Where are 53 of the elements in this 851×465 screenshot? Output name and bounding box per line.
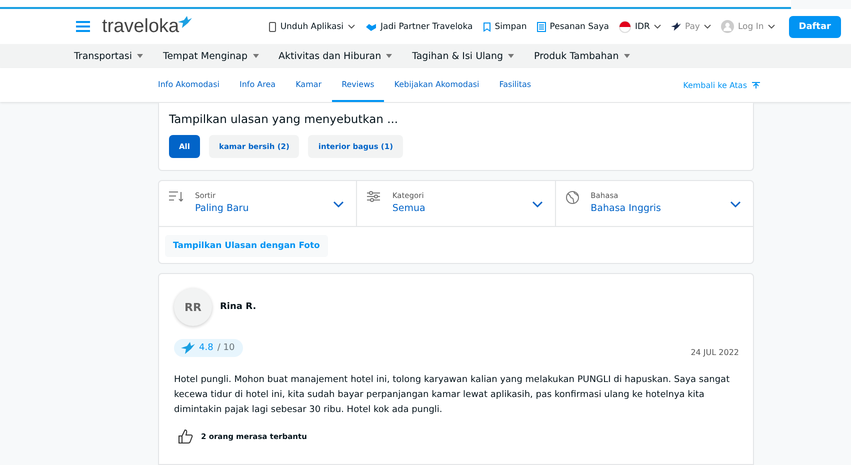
- nav-menu[interactable]: Tempat Menginap: [163, 50, 258, 62]
- menu-icon[interactable]: [76, 21, 90, 32]
- rating-badge: 4.8 / 10: [174, 338, 243, 356]
- header-link[interactable]: Pay: [670, 22, 711, 32]
- chevron-down-icon: [333, 201, 344, 208]
- mentions-title: Tampilkan ulasan yang menyebutkan ...: [169, 112, 400, 126]
- thumbs-up-icon[interactable]: [178, 429, 193, 444]
- flag-icon: [618, 20, 631, 32]
- reviewer-name: Rina R.: [220, 302, 256, 312]
- nav-menu[interactable]: Produk Tambahan: [534, 50, 630, 62]
- filter-value: Bahasa Inggris: [590, 203, 662, 214]
- sliders-icon: [367, 191, 380, 202]
- header-link[interactable]: IDR: [618, 20, 661, 32]
- chevron-down-icon: [532, 201, 543, 208]
- header-link[interactable]: Jadi Partner Traveloka: [364, 22, 473, 32]
- caret-icon: [137, 54, 143, 58]
- header-link[interactable]: Pesanan Saya: [536, 22, 609, 32]
- caret-icon: [704, 24, 711, 29]
- caret-icon: [654, 24, 661, 29]
- section-tab[interactable]: Info Area: [229, 68, 286, 102]
- avatar-icon: [720, 20, 734, 33]
- review-date: 24 JUL 2022: [690, 348, 739, 357]
- filter-value: Paling Baru: [195, 203, 250, 214]
- caret-icon: [348, 24, 355, 29]
- bird-icon: [670, 22, 681, 31]
- arrow-up-icon: [752, 82, 760, 88]
- bookmark-icon: [482, 22, 491, 32]
- nav-menu[interactable]: Transportasi: [74, 50, 143, 62]
- bird-icon: [178, 16, 192, 28]
- section-tab[interactable]: Info Akomodasi: [158, 68, 230, 102]
- logo-text[interactable]: traveloka: [102, 16, 180, 38]
- caret-icon: [252, 54, 258, 58]
- header-link[interactable]: Log In: [720, 20, 775, 33]
- caret-icon: [508, 54, 514, 58]
- filter-value: Semua: [392, 203, 426, 214]
- bird-icon: [181, 342, 195, 354]
- section-tab[interactable]: Kamar: [286, 68, 332, 102]
- section-tab[interactable]: Kebijakan Akomodasi: [384, 68, 490, 102]
- chevron-down-icon: [730, 201, 741, 208]
- phone-icon: [269, 22, 276, 32]
- caret-icon: [768, 24, 775, 29]
- header-link[interactable]: Unduh Aplikasi: [269, 22, 355, 32]
- receipt-icon: [536, 22, 546, 32]
- nav-menu[interactable]: Aktivitas dan Hiburan: [278, 50, 392, 62]
- caret-icon: [386, 54, 392, 58]
- header-link[interactable]: Simpan: [482, 22, 527, 32]
- avatar-initials: RR: [174, 288, 212, 326]
- caret-icon: [624, 54, 630, 58]
- nav-menu[interactable]: Tagihan & Isi Ulang: [412, 50, 514, 62]
- review-text: Hotel pungli. Mohon buat manajement hotel ini, tolong karyawan kalian yang melakukan PUNGLI di hapuskan. Saya sangat kecewa tidur di hotel ini, kita sudah bayar perpanjangan kamar lewat aplikasih, pas konfirmasi ulang ke hotelnya kita dimintakin pajak lagi sebesar 30 ribu. Hotel kok ada pungli.: [174, 374, 731, 417]
- sort-icon: [169, 191, 183, 202]
- globe-icon: [566, 191, 579, 204]
- section-tab[interactable]: Fasilitas: [489, 68, 542, 102]
